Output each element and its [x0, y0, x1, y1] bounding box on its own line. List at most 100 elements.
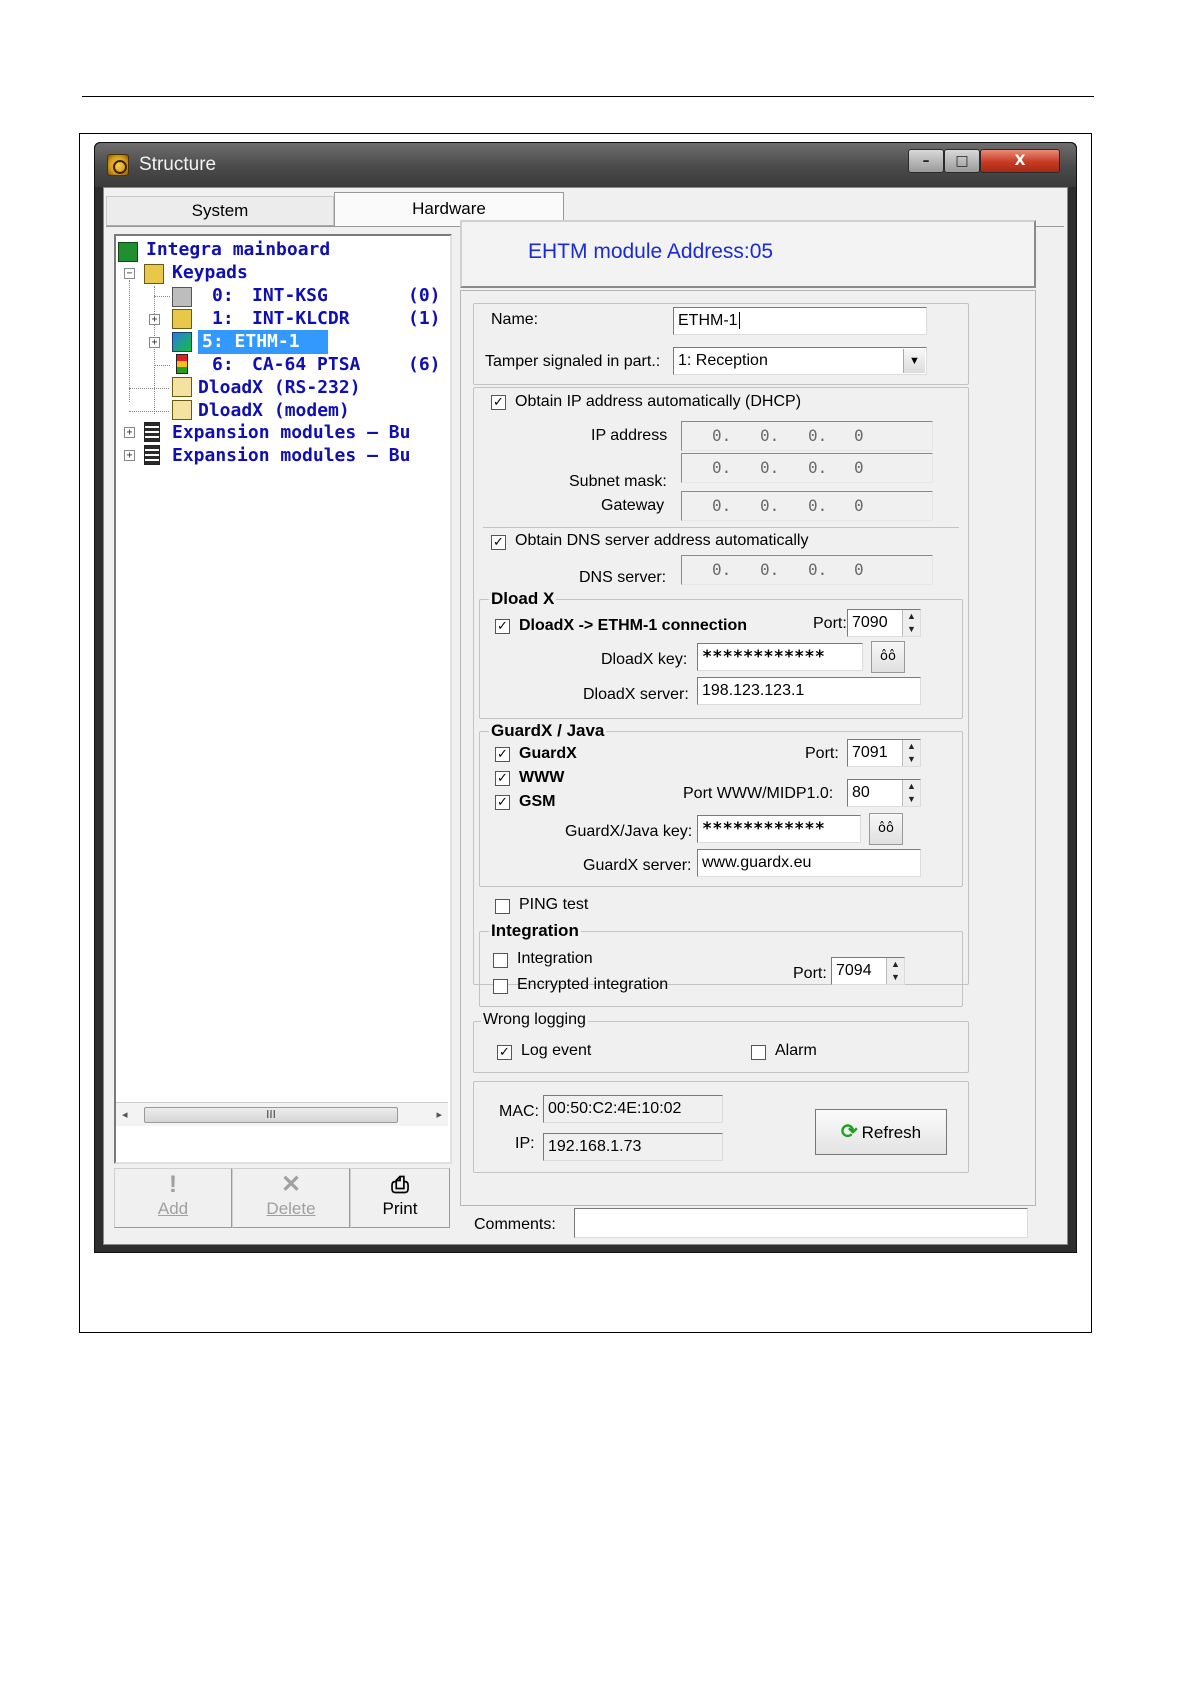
scroll-thumb[interactable]: III — [144, 1107, 398, 1123]
show-dloadx-key-glasses-icon[interactable]: ôô — [871, 641, 905, 673]
www-port-label: Port WWW/MIDP1.0: — [683, 785, 834, 802]
tree-item-ca64-ptsa[interactable]: CA-64 PTSA — [252, 353, 360, 377]
spin-updown-icon[interactable]: ▲ ▼ — [902, 780, 920, 806]
name-input[interactable]: ETHM-1 — [673, 307, 927, 335]
add-button[interactable]: ! Add — [114, 1168, 232, 1228]
tree-item-num: 1: — [212, 308, 234, 329]
hardware-tree[interactable]: Integra mainboard − Keypads 0: INT-KSG (… — [114, 234, 452, 1164]
dns-server-label: DNS server: — [579, 569, 667, 586]
dns-auto-checkbox[interactable]: ✓ — [491, 535, 506, 550]
tree-item-num: 0: — [212, 285, 234, 306]
alarm-label: Alarm — [775, 1042, 817, 1059]
tree-item-expansion-1[interactable]: Expansion modules – Bu — [172, 421, 410, 445]
dhcp-checkbox[interactable]: ✓ — [491, 395, 506, 410]
close-button[interactable]: X — [980, 149, 1060, 173]
expansion-modules-icon — [144, 422, 160, 442]
ping-test-checkbox[interactable] — [495, 899, 510, 914]
minimize-button[interactable]: – — [908, 149, 944, 173]
dloadx-connection-label: DloadX -> ETHM-1 connection — [517, 617, 750, 635]
print-button[interactable]: ⎙ Print — [350, 1168, 450, 1228]
ip-value: 192.168.1.73 — [543, 1133, 723, 1161]
tree-item-num: 5: — [202, 331, 224, 352]
maximize-button[interactable]: □ — [944, 149, 980, 173]
subnet-mask-field[interactable]: 0. 0. 0. 0 — [681, 453, 933, 483]
tamper-select[interactable]: 1: Reception ▼ — [673, 347, 927, 375]
window-client: System Hardware Integra mainboard − Keyp… — [103, 187, 1068, 1245]
guardx-label: GuardX — [517, 745, 579, 763]
alarm-checkbox[interactable] — [751, 1045, 766, 1060]
tree-expand-expansion-2[interactable]: + — [124, 450, 135, 461]
add-icon: ! — [169, 1171, 177, 1198]
tree-item-expansion-2[interactable]: Expansion modules – Bu — [172, 444, 410, 468]
tree-item-int-ksg[interactable]: INT-KSG — [252, 284, 328, 308]
gsm-checkbox[interactable]: ✓ — [495, 795, 510, 810]
www-label: WWW — [517, 769, 567, 787]
tree-expand-int-klcdr[interactable]: + — [149, 314, 160, 325]
www-checkbox[interactable]: ✓ — [495, 771, 510, 786]
module-title: EHTM module Address:05 — [528, 240, 774, 263]
integration-port-label: Port: — [793, 965, 827, 982]
encrypted-integration-checkbox[interactable] — [493, 979, 508, 994]
guardx-key-input[interactable]: ************ — [697, 815, 861, 843]
gsm-label: GSM — [517, 793, 558, 811]
scroll-left-icon[interactable]: ◂ — [122, 1108, 128, 1121]
log-event-label: Log event — [521, 1042, 592, 1059]
dloadx-server-label: DloadX server: — [583, 686, 689, 703]
guardx-server-input[interactable]: www.guardx.eu — [697, 849, 921, 877]
refresh-icon: ⟳ — [840, 1121, 858, 1143]
tree-horizontal-scrollbar[interactable]: ◂ III ▸ — [116, 1102, 448, 1126]
spin-updown-icon[interactable]: ▲ ▼ — [902, 740, 920, 766]
dloadx-legend: Dload X — [489, 589, 557, 609]
subnet-mask-label: Subnet mask: — [569, 473, 667, 490]
guardx-port-input[interactable]: 7091 ▲ ▼ — [847, 739, 921, 767]
dloadx-key-label: DloadX key: — [601, 651, 688, 668]
gateway-field[interactable]: 0. 0. 0. 0 — [681, 491, 933, 521]
chevron-down-icon[interactable]: ▼ — [903, 349, 925, 373]
dloadx-connection-checkbox[interactable]: ✓ — [495, 619, 510, 634]
comments-input[interactable] — [574, 1208, 1028, 1238]
tree-item-ethm-1[interactable]: 5: ETHM-1 — [198, 330, 328, 354]
guardx-key-label: GuardX/Java key: — [565, 823, 693, 840]
dns-server-field[interactable]: 0. 0. 0. 0 — [681, 555, 933, 585]
show-guardx-key-glasses-icon[interactable]: ôô — [869, 813, 903, 845]
integration-port-input[interactable]: 7094 ▲ ▼ — [831, 957, 905, 985]
tree-expand-expansion-1[interactable]: + — [124, 427, 135, 438]
ping-test-label: PING test — [519, 896, 589, 913]
ip-address-field[interactable]: 0. 0. 0. 0 — [681, 421, 933, 451]
tree-item-addr: (1) — [408, 308, 441, 329]
mainboard-icon — [118, 242, 138, 262]
tab-system[interactable]: System — [106, 196, 334, 226]
title-bar[interactable]: Structure – □ X — [95, 143, 1076, 187]
page-header-rule — [82, 96, 1094, 97]
www-port-input[interactable]: 80 ▲ ▼ — [847, 779, 921, 807]
mac-value: 00:50:C2:4E:10:02 — [543, 1095, 723, 1123]
guardx-checkbox[interactable]: ✓ — [495, 747, 510, 762]
log-event-checkbox[interactable]: ✓ — [497, 1045, 512, 1060]
tree-item-mainboard[interactable]: Integra mainboard — [146, 238, 330, 262]
tree-collapse-keypads[interactable]: − — [124, 268, 135, 279]
delete-icon: ✕ — [280, 1171, 302, 1198]
traffic-light-icon — [176, 354, 188, 374]
tree-item-dloadx-rs232[interactable]: DloadX (RS-232) — [198, 376, 361, 400]
tree-item-keypads[interactable]: Keypads — [172, 261, 248, 285]
window-title: Structure — [139, 154, 217, 175]
tree-item-dloadx-modem[interactable]: DloadX (modem) — [198, 399, 350, 423]
integration-checkbox[interactable] — [493, 953, 508, 968]
scroll-right-icon[interactable]: ▸ — [436, 1108, 442, 1121]
dloadx-port-label: Port: — [813, 615, 847, 632]
dloadx-server-input[interactable]: 198.123.123.1 — [697, 677, 921, 705]
dloadx-rs232-icon — [172, 377, 192, 397]
tree-item-addr: (6) — [408, 354, 441, 375]
delete-button[interactable]: ✕ Delete — [232, 1168, 350, 1228]
refresh-button[interactable]: ⟳ Refresh — [815, 1109, 947, 1155]
spin-updown-icon[interactable]: ▲ ▼ — [902, 610, 920, 636]
dloadx-port-input[interactable]: 7090 ▲ ▼ — [847, 609, 921, 637]
printer-icon: ⎙ — [391, 1172, 409, 1197]
dns-auto-label: Obtain DNS server address automatically — [515, 532, 809, 549]
spin-updown-icon[interactable]: ▲ ▼ — [886, 958, 904, 984]
tree-expand-ethm[interactable]: + — [149, 337, 160, 348]
guardx-legend: GuardX / Java — [489, 721, 607, 741]
wrong-logging-legend: Wrong logging — [481, 1011, 588, 1029]
tree-item-int-klcdr[interactable]: INT-KLCDR — [252, 307, 350, 331]
dloadx-key-input[interactable]: ************ — [697, 643, 863, 671]
